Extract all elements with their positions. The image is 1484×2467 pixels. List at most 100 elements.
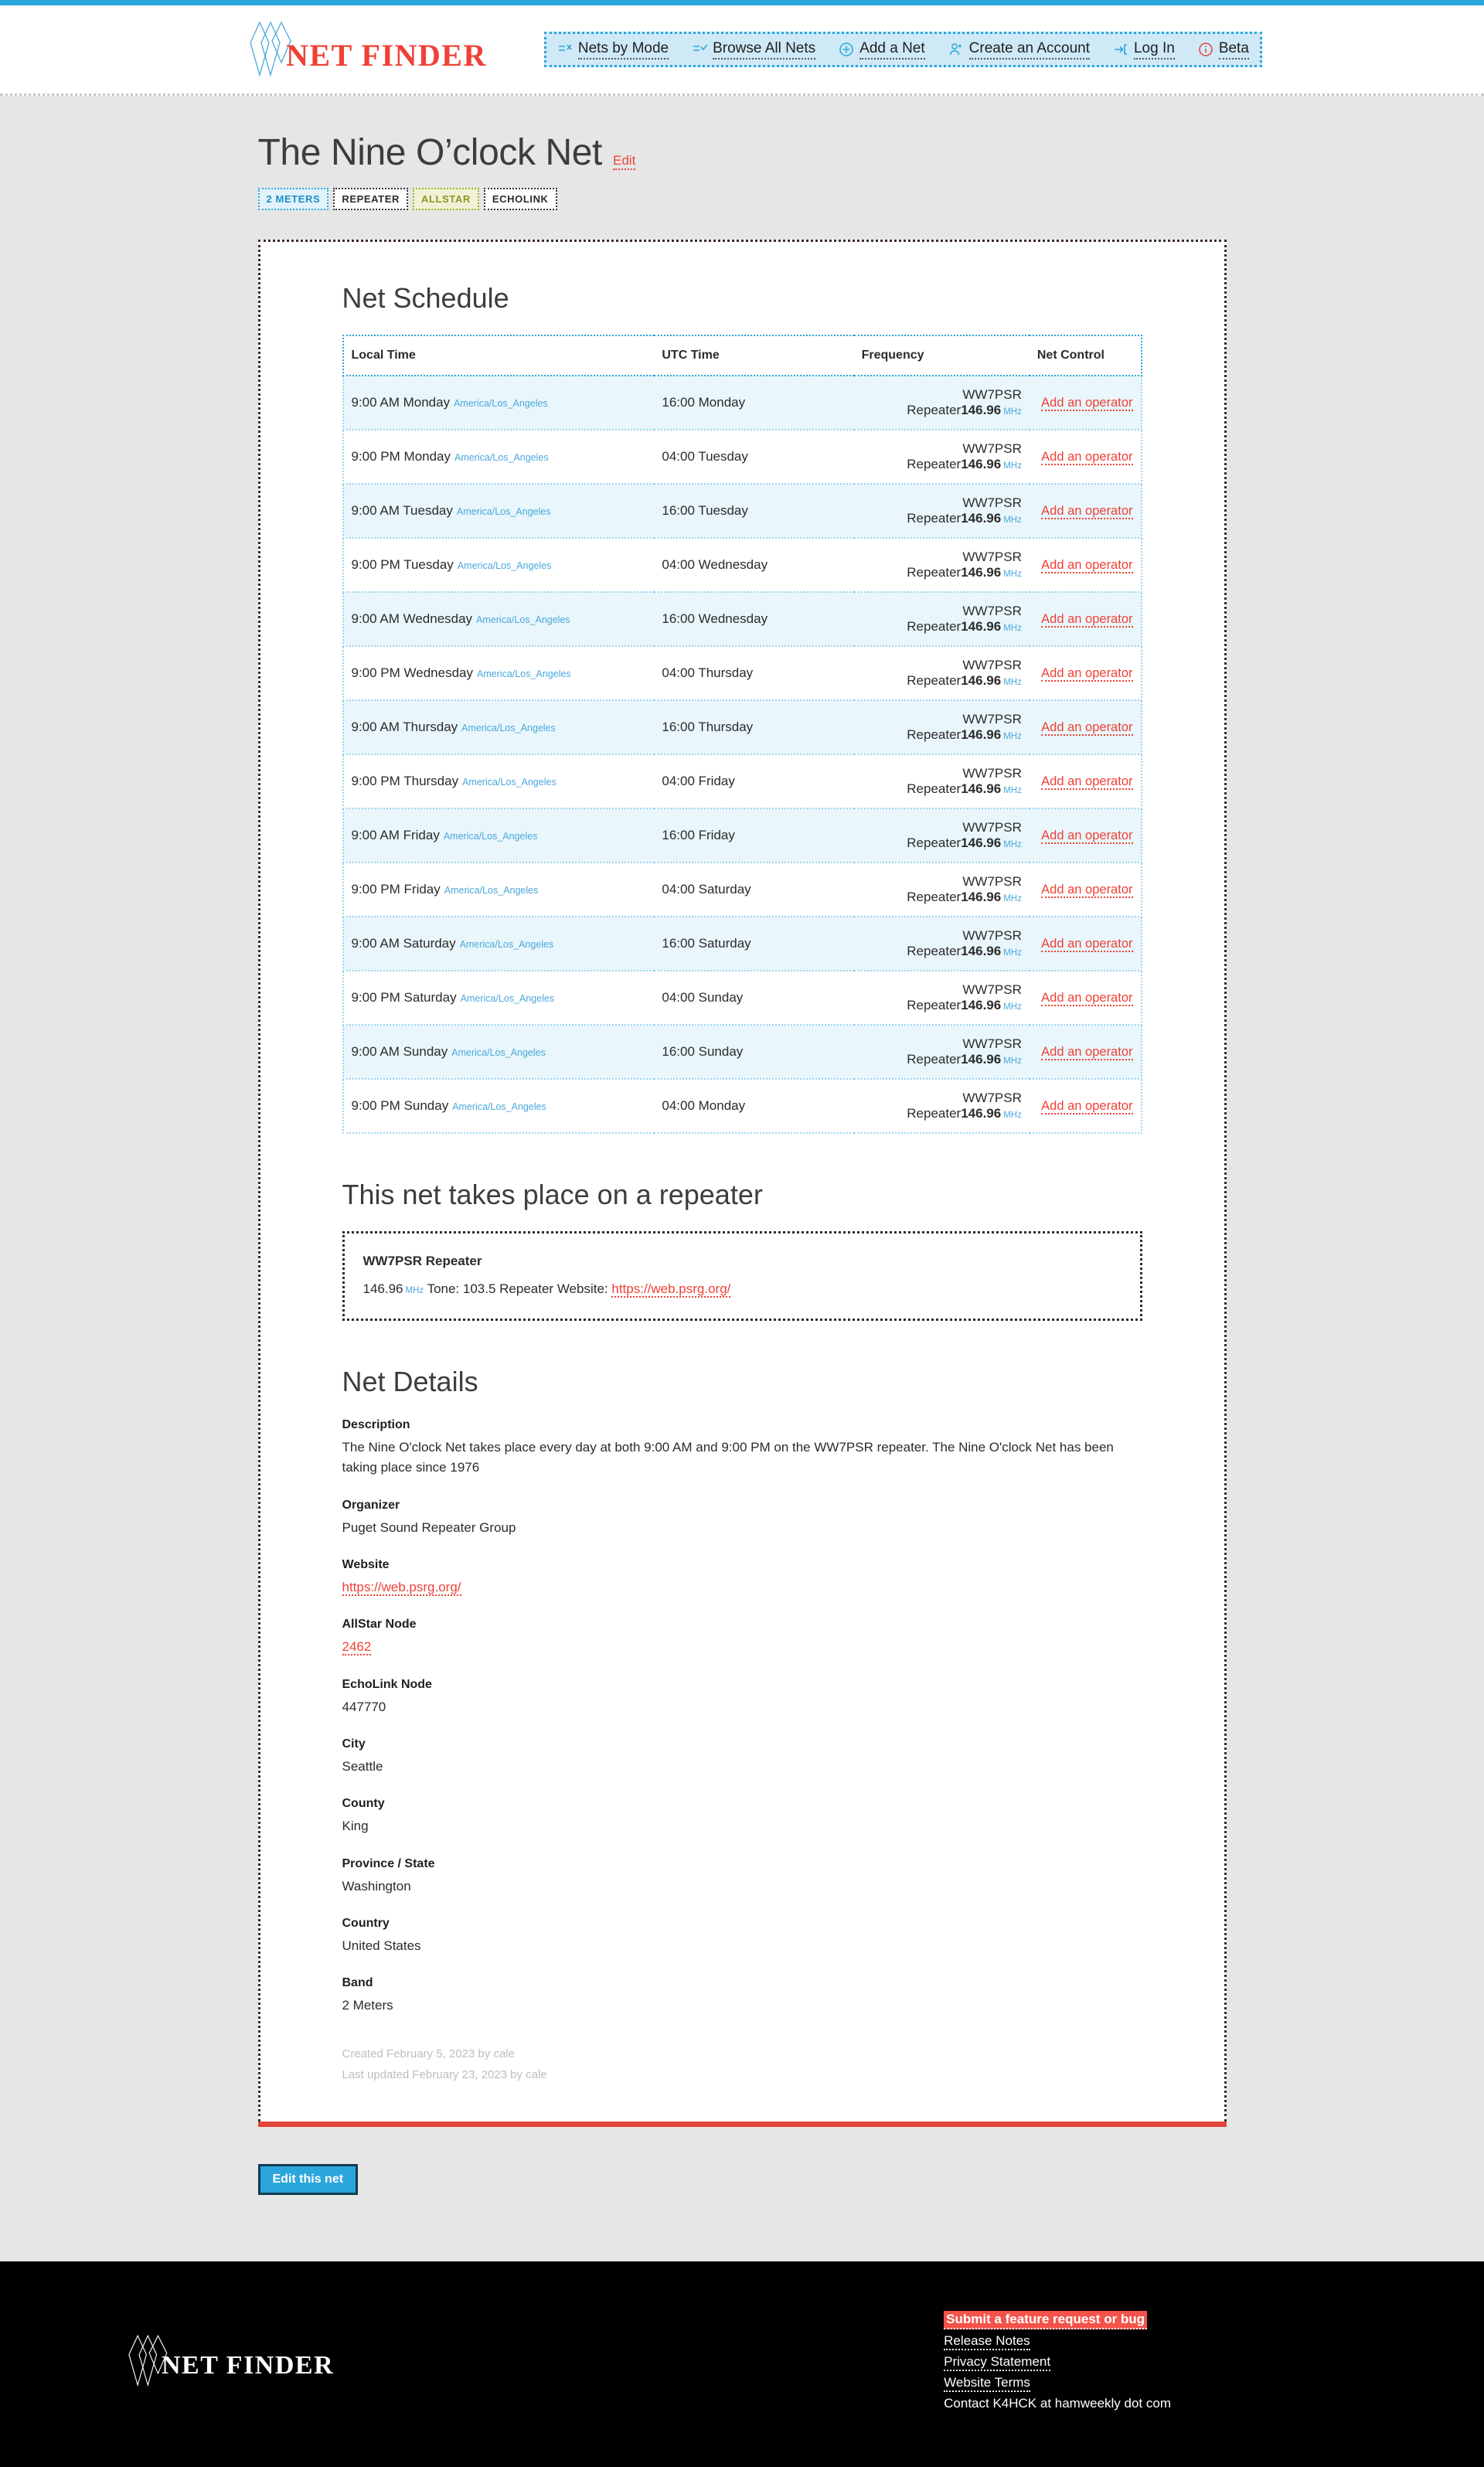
brand-logo-link[interactable]: NET FINDER (249, 19, 487, 80)
cell-net-control: Add an operator (1029, 808, 1142, 863)
add-an-operator-link[interactable]: Add an operator (1041, 991, 1133, 1006)
footer-link-feature-request[interactable]: Submit a feature request or bug (944, 2310, 1148, 2329)
cell-utc-time: 16:00 Thursday (654, 700, 854, 755)
footer-link-release-notes[interactable]: Release Notes (944, 2333, 1030, 2350)
tag-2-meters[interactable]: 2 METERS (257, 188, 329, 210)
repeater-website-link[interactable]: https://web.psrg.org/ (611, 1281, 731, 1298)
detail-label: County (342, 1797, 385, 1811)
detail-label: Province / State (342, 1856, 435, 1870)
table-row: 9:00 AM Tuesday America/Los_Angeles 16:00 … (342, 484, 1142, 539)
cell-frequency: WW7PSR Repeater146.96 MHz (853, 808, 1030, 863)
repeater-specs: 146.96 MHz Tone: 103.5 Repeater Website: … (363, 1281, 1122, 1298)
detail-value: The Nine O'clock Net takes place every d… (342, 1440, 1114, 1475)
frequency-unit: MHz (1003, 732, 1022, 741)
cell-net-control: Add an operator (1029, 1079, 1142, 1134)
repeater-tone: Tone: 103.5 (427, 1281, 496, 1296)
card-bottom-accent-rule (257, 2121, 1227, 2127)
cell-utc-time: 16:00 Sunday (654, 1025, 854, 1080)
add-an-operator-link[interactable]: Add an operator (1041, 774, 1133, 790)
local-time-value: 9:00 AM Wednesday (351, 611, 473, 626)
detail-value-link[interactable]: https://web.psrg.org/ (342, 1580, 461, 1597)
cell-utc-time: 04:00 Saturday (654, 863, 854, 917)
table-row: 9:00 PM Wednesday America/Los_Angeles 04:0… (342, 646, 1142, 701)
nav-label: Browse All Nets (713, 40, 816, 60)
timezone-label: America/Los_Angeles (459, 939, 554, 950)
footer-link-privacy-statement[interactable]: Privacy Statement (944, 2354, 1051, 2371)
net-schedule-table: Local Time UTC Time Frequency Net Contro… (342, 335, 1142, 1134)
frequency-value: 146.96 (961, 944, 1002, 958)
column-header-utc-time: UTC Time (654, 335, 854, 376)
local-time-value: 9:00 AM Tuesday (351, 503, 453, 518)
detail-value-link[interactable]: 2462 (342, 1639, 372, 1656)
edit-title-link[interactable]: Edit (613, 153, 636, 170)
filter-list-x-icon (557, 42, 573, 57)
cell-net-control: Add an operator (1029, 376, 1142, 430)
nav-item-log-in[interactable]: Log In (1113, 40, 1175, 60)
cell-utc-time: 04:00 Friday (654, 754, 854, 809)
nav-item-beta[interactable]: Beta (1198, 40, 1249, 60)
frequency-unit: MHz (1003, 1002, 1022, 1012)
add-an-operator-link[interactable]: Add an operator (1041, 937, 1133, 952)
timezone-label: America/Los_Angeles (443, 831, 538, 842)
frequency-unit: MHz (1003, 570, 1022, 579)
page-title-row: The Nine O’clock Net Edit (258, 131, 1227, 174)
local-time-value: 9:00 AM Monday (351, 395, 451, 410)
frequency-unit: MHz (1003, 1057, 1022, 1066)
local-time-value: 9:00 PM Tuesday (351, 557, 454, 572)
nav-label: Nets by Mode (577, 40, 669, 60)
frequency-value: 146.96 (961, 511, 1002, 526)
add-an-operator-link[interactable]: Add an operator (1041, 666, 1133, 682)
footer-brand[interactable]: NET FINDER (128, 2333, 334, 2390)
login-arrow-icon (1113, 42, 1128, 57)
frequency-value: 146.96 (961, 998, 1002, 1012)
detail-label: Country (342, 1917, 390, 1931)
detail-label: EchoLink Node (342, 1677, 432, 1691)
nav-item-nets-by-mode[interactable]: Nets by Mode (557, 40, 669, 60)
cell-frequency: WW7PSR Repeater146.96 MHz (853, 700, 1030, 755)
cell-utc-time: 04:00 Wednesday (654, 538, 854, 593)
footer-link-website-terms[interactable]: Website Terms (944, 2375, 1030, 2392)
detail-value: https://web.psrg.org/ (342, 1577, 1142, 1598)
cell-frequency: WW7PSR Repeater146.96 MHz (853, 863, 1030, 917)
cell-local-time: 9:00 AM Monday America/Los_Angeles (342, 376, 655, 430)
nav-label: Beta (1218, 40, 1249, 60)
timezone-label: America/Los_Angeles (461, 723, 556, 733)
nav-item-add-a-net[interactable]: Add a Net (839, 40, 925, 60)
detail-value: United States (342, 1938, 421, 1954)
cell-local-time: 9:00 PM Saturday America/Los_Angeles (342, 971, 655, 1026)
tag-echolink[interactable]: ECHOLINK (483, 188, 557, 210)
edit-this-net-button[interactable]: Edit this net (257, 2163, 359, 2195)
tag-allstar[interactable]: ALLSTAR (412, 188, 479, 210)
detail-value: 447770 (342, 1699, 386, 1714)
nav-item-browse-all-nets[interactable]: Browse All Nets (692, 40, 816, 60)
cell-net-control: Add an operator (1029, 917, 1142, 971)
add-an-operator-link[interactable]: Add an operator (1041, 720, 1133, 736)
add-an-operator-link[interactable]: Add an operator (1041, 829, 1133, 844)
main-navigation: Nets by Mode Browse All Nets Add a Net C… (543, 32, 1262, 67)
frequency-unit: MHz (1003, 624, 1022, 633)
add-an-operator-link[interactable]: Add an operator (1041, 883, 1133, 898)
local-time-value: 9:00 PM Sunday (351, 1098, 449, 1113)
net-schedule-table-wrapper: Local Time UTC Time Frequency Net Contro… (342, 335, 1142, 1134)
add-an-operator-link[interactable]: Add an operator (1041, 1045, 1133, 1060)
add-an-operator-link[interactable]: Add an operator (1041, 450, 1133, 465)
detail-value: 2 Meters (342, 1998, 393, 2013)
cell-local-time: 9:00 AM Tuesday America/Los_Angeles (342, 484, 655, 539)
add-an-operator-link[interactable]: Add an operator (1041, 612, 1133, 628)
tag-repeater[interactable]: REPEATER (333, 188, 408, 210)
frequency-value: 146.96 (961, 781, 1002, 796)
nav-item-create-an-account[interactable]: Create an Account (948, 40, 1090, 60)
add-an-operator-link[interactable]: Add an operator (1041, 504, 1133, 519)
repeater-info-box: WW7PSR Repeater 146.96 MHz Tone: 103.5 Re… (342, 1231, 1142, 1321)
add-an-operator-link[interactable]: Add an operator (1041, 396, 1133, 411)
timezone-label: America/Los_Angeles (451, 1047, 546, 1058)
frequency-value: 146.96 (961, 727, 1002, 742)
table-row: 9:00 AM Monday America/Los_Angeles 16:00 M… (342, 376, 1142, 430)
add-an-operator-link[interactable]: Add an operator (1041, 1099, 1133, 1114)
cell-frequency: WW7PSR Repeater146.96 MHz (853, 592, 1030, 647)
detail-label: Organizer (342, 1498, 400, 1512)
repeater-website-label: Repeater Website: (499, 1281, 608, 1296)
cell-local-time: 9:00 PM Friday America/Los_Angeles (342, 863, 655, 917)
cell-net-control: Add an operator (1029, 592, 1142, 647)
add-an-operator-link[interactable]: Add an operator (1041, 558, 1133, 573)
